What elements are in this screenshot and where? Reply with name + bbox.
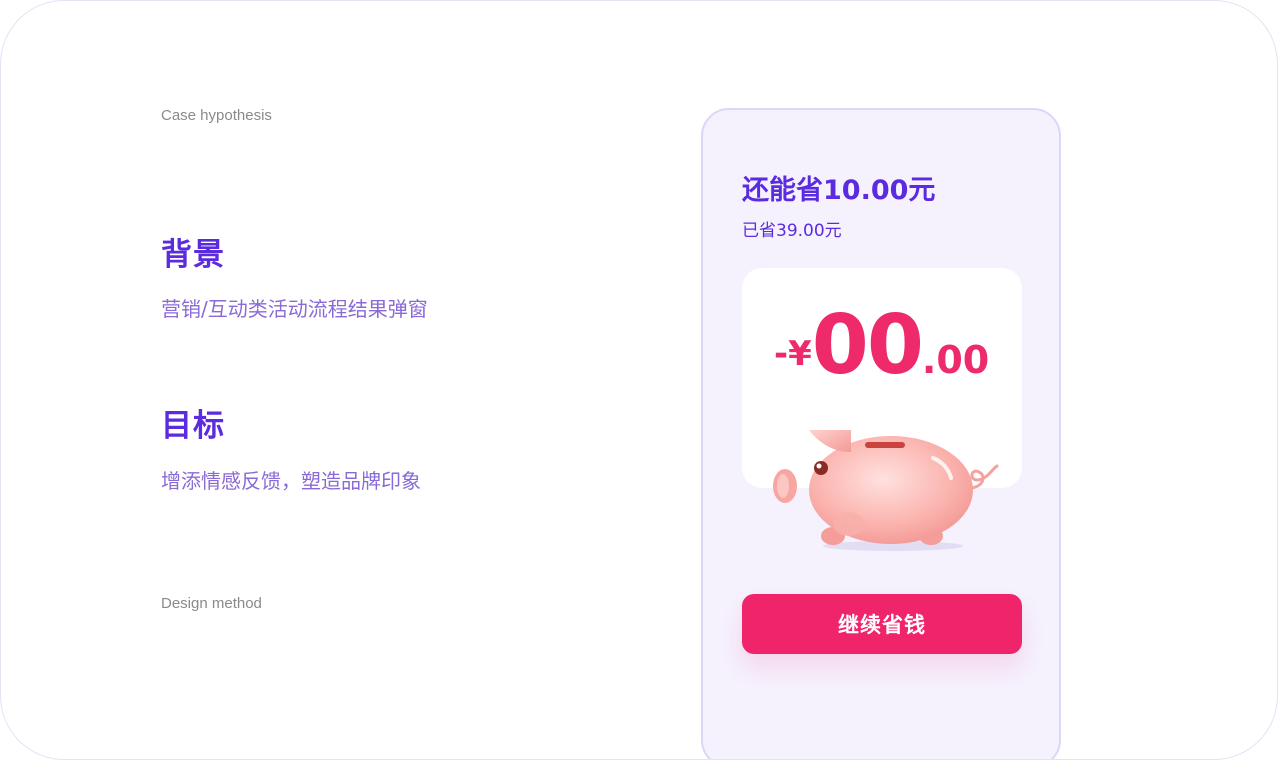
background-description: 营销/互动类活动流程结果弹窗 [161, 297, 428, 321]
background-heading: 背景 [161, 237, 225, 273]
amount-prefix: -¥ [774, 334, 812, 374]
popup-subtitle: 已省39.00元 [742, 221, 842, 241]
slide-frame: Case hypothesis 背景 营销/互动类活动流程结果弹窗 目标 增添情… [0, 0, 1278, 760]
design-method-label: Design method [161, 595, 262, 612]
result-popup-mockup: 还能省10.00元 已省39.00元 -¥00.00 继续省钱 [701, 108, 1061, 759]
goal-heading: 目标 [161, 408, 225, 444]
piggy-bank-icon [773, 430, 999, 551]
savings-amount: -¥00.00 [774, 298, 989, 393]
goal-description: 增添情感反馈，塑造品牌印象 [161, 469, 421, 493]
case-hypothesis-label: Case hypothesis [161, 107, 272, 124]
amount-decimal: .00 [921, 338, 990, 382]
amount-integer: 00 [811, 298, 924, 393]
continue-saving-button[interactable]: 继续省钱 [742, 594, 1022, 654]
popup-title: 还能省10.00元 [742, 175, 936, 206]
